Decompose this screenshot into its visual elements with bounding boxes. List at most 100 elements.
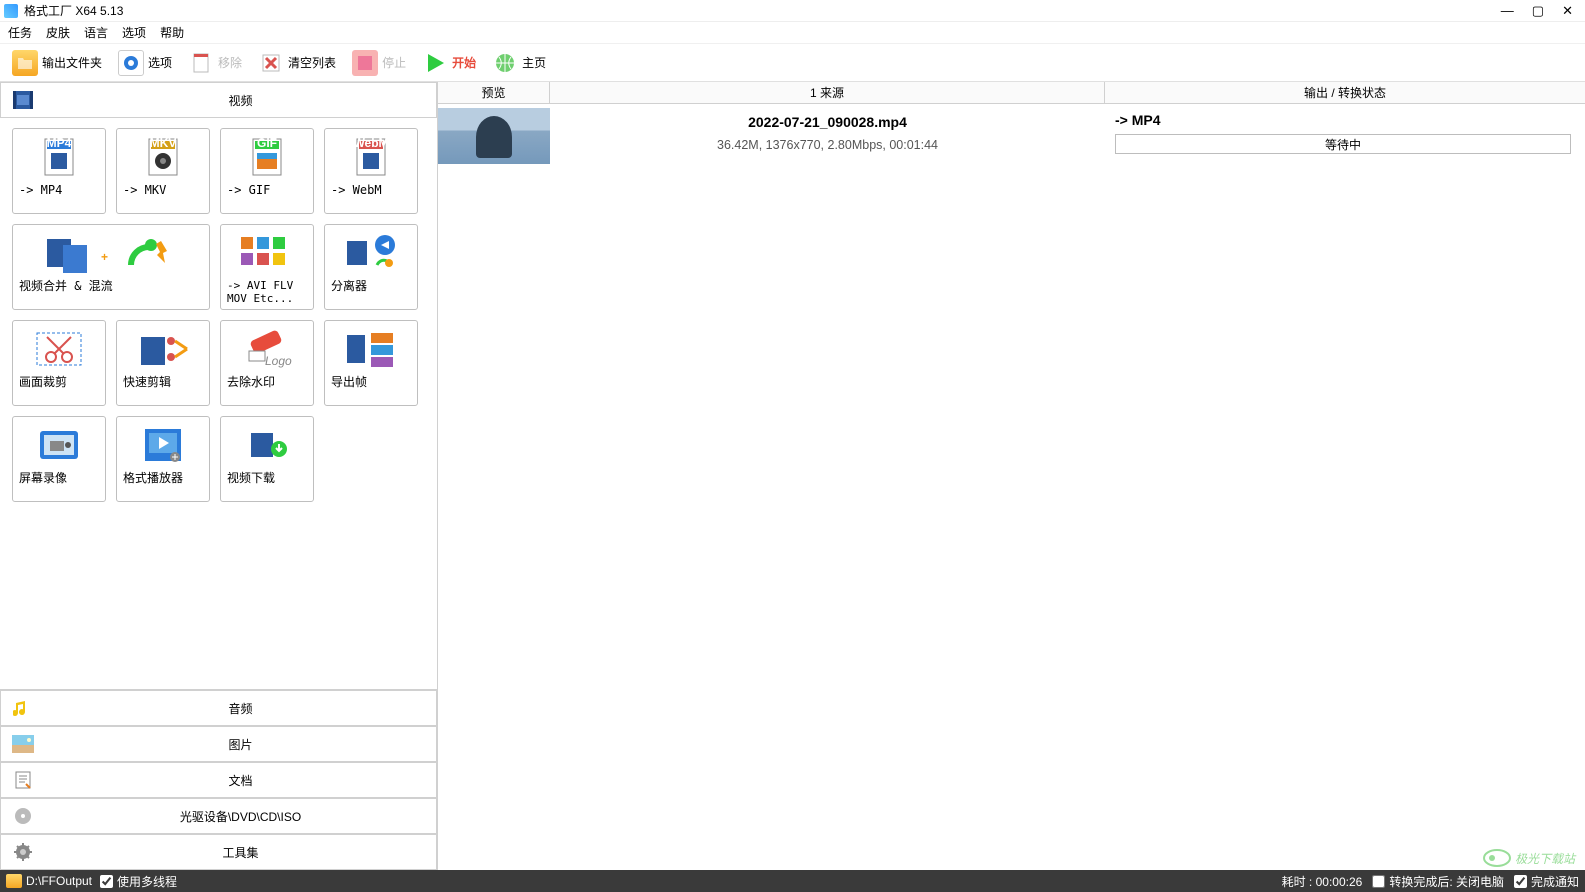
col-preview[interactable]: 预览 <box>438 82 550 103</box>
tile-mkv[interactable]: MKV -> MKV <box>116 128 210 214</box>
task-filename: 2022-07-21_090028.mp4 <box>550 114 1105 130</box>
window-controls: — ▢ ✕ <box>1501 3 1581 19</box>
tile-video-dl-label: 视频下载 <box>223 471 311 485</box>
svg-text:Logo: Logo <box>265 354 292 368</box>
clear-list-button[interactable]: 清空列表 <box>252 48 342 78</box>
picture-icon <box>9 730 37 758</box>
svg-text:MP4: MP4 <box>47 136 72 150</box>
options-button[interactable]: 选项 <box>112 48 178 78</box>
menu-task[interactable]: 任务 <box>8 24 32 41</box>
col-source[interactable]: 1 来源 <box>550 82 1105 103</box>
content: 预览 1 来源 输出 / 转换状态 2022-07-21_090028.mp4 … <box>438 82 1585 870</box>
output-path-button[interactable]: D:\FFOutput <box>6 874 92 888</box>
menu-help[interactable]: 帮助 <box>160 24 184 41</box>
tile-merge[interactable]: + 视频合并 & 混流 <box>12 224 210 310</box>
clear-icon <box>258 50 284 76</box>
tile-quick-cut-label: 快速剪辑 <box>119 375 207 389</box>
tile-webm[interactable]: WebM -> WebM <box>324 128 418 214</box>
stop-icon <box>352 50 378 76</box>
frames-icon <box>341 327 401 371</box>
remove-button[interactable]: 移除 <box>182 48 248 78</box>
after-done-toggle[interactable]: 转换完成后: 关闭电脑 <box>1372 873 1504 890</box>
stop-button[interactable]: 停止 <box>346 48 412 78</box>
splitter-icon <box>341 231 401 275</box>
task-meta: 36.42M, 1376x770, 2.80Mbps, 00:01:44 <box>550 138 1105 152</box>
category-picture[interactable]: 图片 <box>0 726 437 762</box>
close-button[interactable]: ✕ <box>1562 3 1573 19</box>
tile-mkv-label: -> MKV <box>119 183 207 197</box>
start-button[interactable]: 开始 <box>416 48 482 78</box>
tile-video-download[interactable]: 视频下载 <box>220 416 314 502</box>
task-target-format: -> MP4 <box>1115 112 1571 128</box>
menu-options[interactable]: 选项 <box>122 24 146 41</box>
mkv-icon: MKV <box>133 135 193 179</box>
notify-toggle[interactable]: 完成通知 <box>1514 873 1579 890</box>
tile-crop-label: 画面裁剪 <box>15 375 103 389</box>
home-button[interactable]: 主页 <box>486 48 552 78</box>
tile-remove-watermark[interactable]: Logo 去除水印 <box>220 320 314 406</box>
maximize-button[interactable]: ▢ <box>1532 3 1544 19</box>
category-tools[interactable]: 工具集 <box>0 834 437 870</box>
video-tiles-grid: MP4 -> MP4 MKV -> MKV GIF -> GIF WebM <box>0 118 437 689</box>
globe-icon <box>492 50 518 76</box>
document-icon <box>9 766 37 794</box>
tile-gif-label: -> GIF <box>223 183 311 197</box>
shutdown-checkbox[interactable] <box>1372 875 1385 888</box>
tile-merge-label: 视频合并 & 混流 <box>15 279 207 293</box>
tile-player-label: 格式播放器 <box>119 471 207 485</box>
folder-icon <box>6 874 22 888</box>
tile-gif[interactable]: GIF -> GIF <box>220 128 314 214</box>
start-label: 开始 <box>452 54 476 71</box>
task-thumbnail <box>438 108 550 164</box>
tile-mp4-label: -> MP4 <box>15 183 103 197</box>
tile-screen-record[interactable]: 屏幕录像 <box>12 416 106 502</box>
menubar: 任务 皮肤 语言 选项 帮助 <box>0 22 1585 44</box>
remove-label: 移除 <box>218 54 242 71</box>
app-icon <box>4 4 18 18</box>
tile-export-frames[interactable]: 导出帧 <box>324 320 418 406</box>
task-row[interactable]: 2022-07-21_090028.mp4 36.42M, 1376x770, … <box>438 104 1585 168</box>
notify-checkbox[interactable] <box>1514 875 1527 888</box>
tile-crop[interactable]: 画面裁剪 <box>12 320 106 406</box>
gif-icon: GIF <box>237 135 297 179</box>
minimize-button[interactable]: — <box>1501 3 1514 19</box>
category-audio[interactable]: 音频 <box>0 690 437 726</box>
category-tools-label: 工具集 <box>45 844 436 861</box>
download-icon <box>237 423 297 467</box>
category-picture-label: 图片 <box>45 736 436 753</box>
svg-text:WebM: WebM <box>353 136 388 150</box>
category-disc[interactable]: 光驱设备\DVD\CD\ISO <box>0 798 437 834</box>
after-done-label: 转换完成后: 关闭电脑 <box>1389 873 1504 890</box>
statusbar-right: 耗时 : 00:00:26 转换完成后: 关闭电脑 完成通知 <box>1282 873 1579 890</box>
tile-remove-wm-label: 去除水印 <box>223 375 311 389</box>
output-folder-button[interactable]: 输出文件夹 <box>6 48 108 78</box>
multithread-checkbox[interactable] <box>100 875 113 888</box>
video-icon <box>9 86 37 114</box>
titlebar: 格式工厂 X64 5.13 — ▢ ✕ <box>0 0 1585 22</box>
category-list: 音频 图片 文档 光驱设备\DVD\CD\ISO 工具集 <box>0 689 437 870</box>
menu-language[interactable]: 语言 <box>84 24 108 41</box>
svg-text:GIF: GIF <box>257 136 277 150</box>
menu-skin[interactable]: 皮肤 <box>46 24 70 41</box>
crop-icon <box>29 327 89 371</box>
audio-icon <box>9 694 37 722</box>
disc-icon <box>9 802 37 830</box>
task-status[interactable]: 等待中 <box>1115 134 1571 154</box>
tile-player[interactable]: 格式播放器 <box>116 416 210 502</box>
tile-mp4[interactable]: MP4 -> MP4 <box>12 128 106 214</box>
tile-splitter[interactable]: 分离器 <box>324 224 418 310</box>
options-icon <box>118 50 144 76</box>
tile-quick-cut[interactable]: 快速剪辑 <box>116 320 210 406</box>
col-output[interactable]: 输出 / 转换状态 <box>1105 82 1585 103</box>
task-output: -> MP4 等待中 <box>1105 108 1585 164</box>
mp4-icon: MP4 <box>29 135 89 179</box>
tile-splitter-label: 分离器 <box>327 279 415 293</box>
main: 视频 MP4 -> MP4 MKV -> MKV GIF -> GIF <box>0 82 1585 870</box>
category-document[interactable]: 文档 <box>0 762 437 798</box>
remove-icon <box>188 50 214 76</box>
tile-avi-etc[interactable]: -> AVI FLV MOV Etc... <box>220 224 314 310</box>
window-title: 格式工厂 X64 5.13 <box>24 2 1501 19</box>
category-video-header[interactable]: 视频 <box>0 82 437 118</box>
multithread-label: 使用多线程 <box>117 873 177 890</box>
multithread-toggle[interactable]: 使用多线程 <box>100 873 177 890</box>
